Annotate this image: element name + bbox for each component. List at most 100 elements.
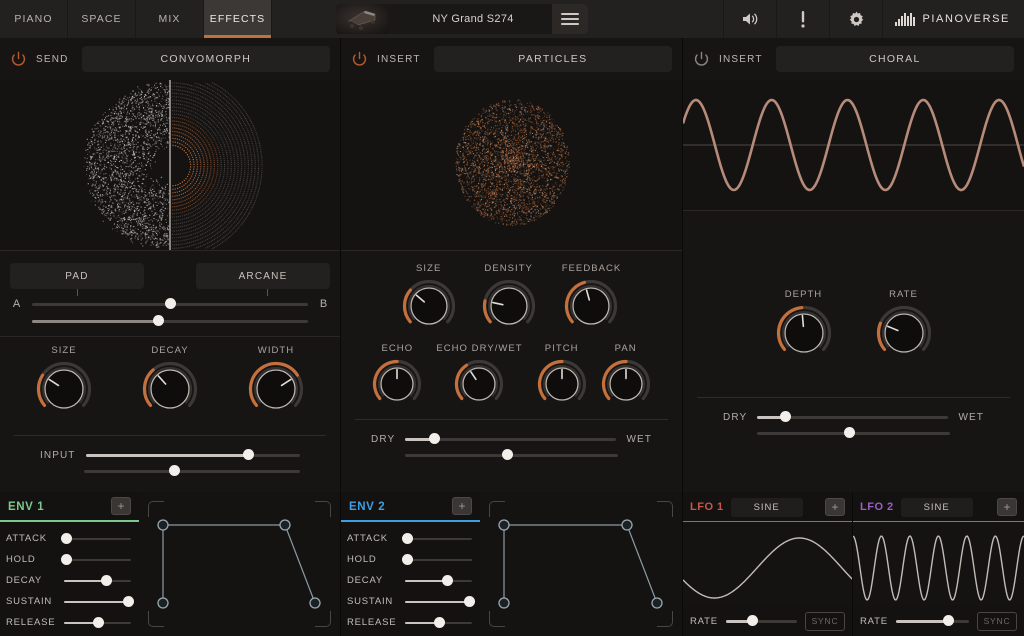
power-toggle-icon[interactable] [693, 51, 710, 68]
lfo-waveform-selector[interactable]: SINE [731, 498, 803, 517]
env-accent-underline [341, 520, 481, 522]
knob-dial[interactable] [876, 305, 932, 361]
knob-dial[interactable] [601, 359, 651, 409]
effect-name-selector[interactable]: PARTICLES [434, 46, 672, 72]
preset-selector[interactable]: NY Grand S274 [336, 4, 588, 34]
topbar-spacer [272, 0, 336, 38]
slider-knob[interactable] [153, 315, 164, 326]
corner-bracket-icon [315, 611, 331, 627]
knob-dial[interactable] [776, 305, 832, 361]
knob-dial[interactable] [482, 279, 536, 333]
tab-piano[interactable]: PIANO [0, 0, 68, 38]
knob-dial[interactable] [36, 361, 92, 417]
tab-mix[interactable]: MIX [136, 0, 204, 38]
attack-slider[interactable] [405, 532, 472, 546]
env-parameter-list: ATTACK HOLD [0, 522, 139, 633]
slider-knob[interactable] [123, 596, 134, 607]
tab-label: EFFECTS [210, 13, 266, 25]
slider-knob[interactable] [442, 575, 453, 586]
decay-slider[interactable] [405, 574, 472, 588]
knob-label: ECHO [382, 343, 414, 354]
slider-knob[interactable] [169, 465, 180, 476]
env-curve-editor[interactable] [480, 492, 682, 636]
lfo-waveform-display[interactable] [683, 522, 852, 606]
tab-space[interactable]: SPACE [68, 0, 136, 38]
convomorph-visualizer[interactable] [0, 80, 340, 250]
slider-knob[interactable] [402, 554, 413, 565]
env-param-decay: DECAY [6, 570, 131, 591]
slider-knob[interactable] [402, 533, 413, 544]
lfo-waveform-selector[interactable]: SINE [901, 498, 973, 517]
slider-knob[interactable] [502, 449, 513, 460]
speaker-volume-icon[interactable] [723, 0, 776, 38]
particles-visualizer[interactable] [341, 80, 682, 250]
power-toggle-icon[interactable] [10, 51, 27, 68]
attack-slider[interactable] [64, 532, 131, 546]
morph-slider[interactable] [32, 297, 308, 311]
slider-knob[interactable] [429, 433, 440, 444]
slider-knob[interactable] [165, 298, 176, 309]
lfo-add-target-button[interactable]: + [825, 498, 845, 516]
slider-knob[interactable] [747, 615, 758, 626]
dry-wet-slider[interactable] [405, 432, 616, 446]
slider-knob[interactable] [101, 575, 112, 586]
morph-b-button[interactable]: ARCANE [196, 263, 330, 289]
input-slider-row: INPUT [12, 448, 328, 462]
lfo-sync-button[interactable]: SYNC [805, 612, 845, 631]
sustain-slider[interactable] [405, 595, 472, 609]
env-add-target-button[interactable]: + [111, 497, 131, 515]
knob-dial[interactable] [454, 359, 504, 409]
slider-knob[interactable] [780, 411, 791, 422]
slider-knob[interactable] [61, 533, 72, 544]
knob-dial[interactable] [564, 279, 618, 333]
effect-name-selector[interactable]: CHORAL [776, 46, 1014, 72]
dry-label: DRY [371, 434, 395, 445]
release-slider[interactable] [405, 616, 472, 630]
release-slider[interactable] [64, 616, 131, 630]
input-slider[interactable] [86, 448, 301, 462]
choral-sine-visualizer[interactable] [683, 80, 1024, 210]
knob-dial[interactable] [402, 279, 456, 333]
hold-slider[interactable] [405, 553, 472, 567]
slider-knob[interactable] [464, 596, 475, 607]
hold-slider[interactable] [64, 553, 131, 567]
hamburger-menu-icon[interactable] [552, 4, 588, 34]
param-label: ATTACK [347, 533, 399, 544]
knob-dial[interactable] [372, 359, 422, 409]
knob-dial[interactable] [537, 359, 587, 409]
decay-slider[interactable] [64, 574, 131, 588]
slider-knob[interactable] [844, 427, 855, 438]
dry-wet-sub-slider[interactable] [405, 448, 618, 462]
input-sub-slider[interactable] [84, 464, 300, 478]
slider-knob[interactable] [434, 617, 445, 628]
sustain-slider[interactable] [64, 595, 131, 609]
morph-mix-slider[interactable] [32, 314, 308, 328]
knob-depth: DEPTH [776, 289, 832, 361]
lfo-sync-button[interactable]: SYNC [977, 612, 1017, 631]
env-add-target-button[interactable]: + [452, 497, 472, 515]
env-curve-editor[interactable] [139, 492, 340, 636]
gear-settings-icon[interactable] [829, 0, 882, 38]
knob-label: SIZE [416, 263, 441, 274]
lfo-add-target-button[interactable]: + [997, 498, 1017, 516]
slider-track [405, 559, 472, 562]
slider-knob[interactable] [61, 554, 72, 565]
power-toggle-icon[interactable] [351, 51, 368, 68]
dry-wet-slider[interactable] [757, 410, 948, 424]
slider-knob[interactable] [243, 449, 254, 460]
effect-name-selector[interactable]: CONVOMORPH [82, 46, 330, 72]
exclamation-alert-icon[interactable] [776, 0, 829, 38]
lfo-rate-slider[interactable] [896, 614, 969, 628]
lfo-rate-slider[interactable] [726, 614, 797, 628]
choral-knob-row: DEPTH RATE [683, 211, 1024, 361]
slider-knob[interactable] [943, 615, 954, 626]
slider-fill [32, 320, 159, 323]
morph-a-button[interactable]: PAD [10, 263, 144, 289]
slider-knob[interactable] [93, 617, 104, 628]
lfo-waveform-display[interactable] [853, 522, 1024, 606]
dry-wet-sub-slider[interactable] [757, 426, 950, 440]
tab-effects[interactable]: EFFECTS [204, 0, 272, 38]
knob-dial[interactable] [248, 361, 304, 417]
divider [14, 435, 326, 436]
knob-dial[interactable] [142, 361, 198, 417]
